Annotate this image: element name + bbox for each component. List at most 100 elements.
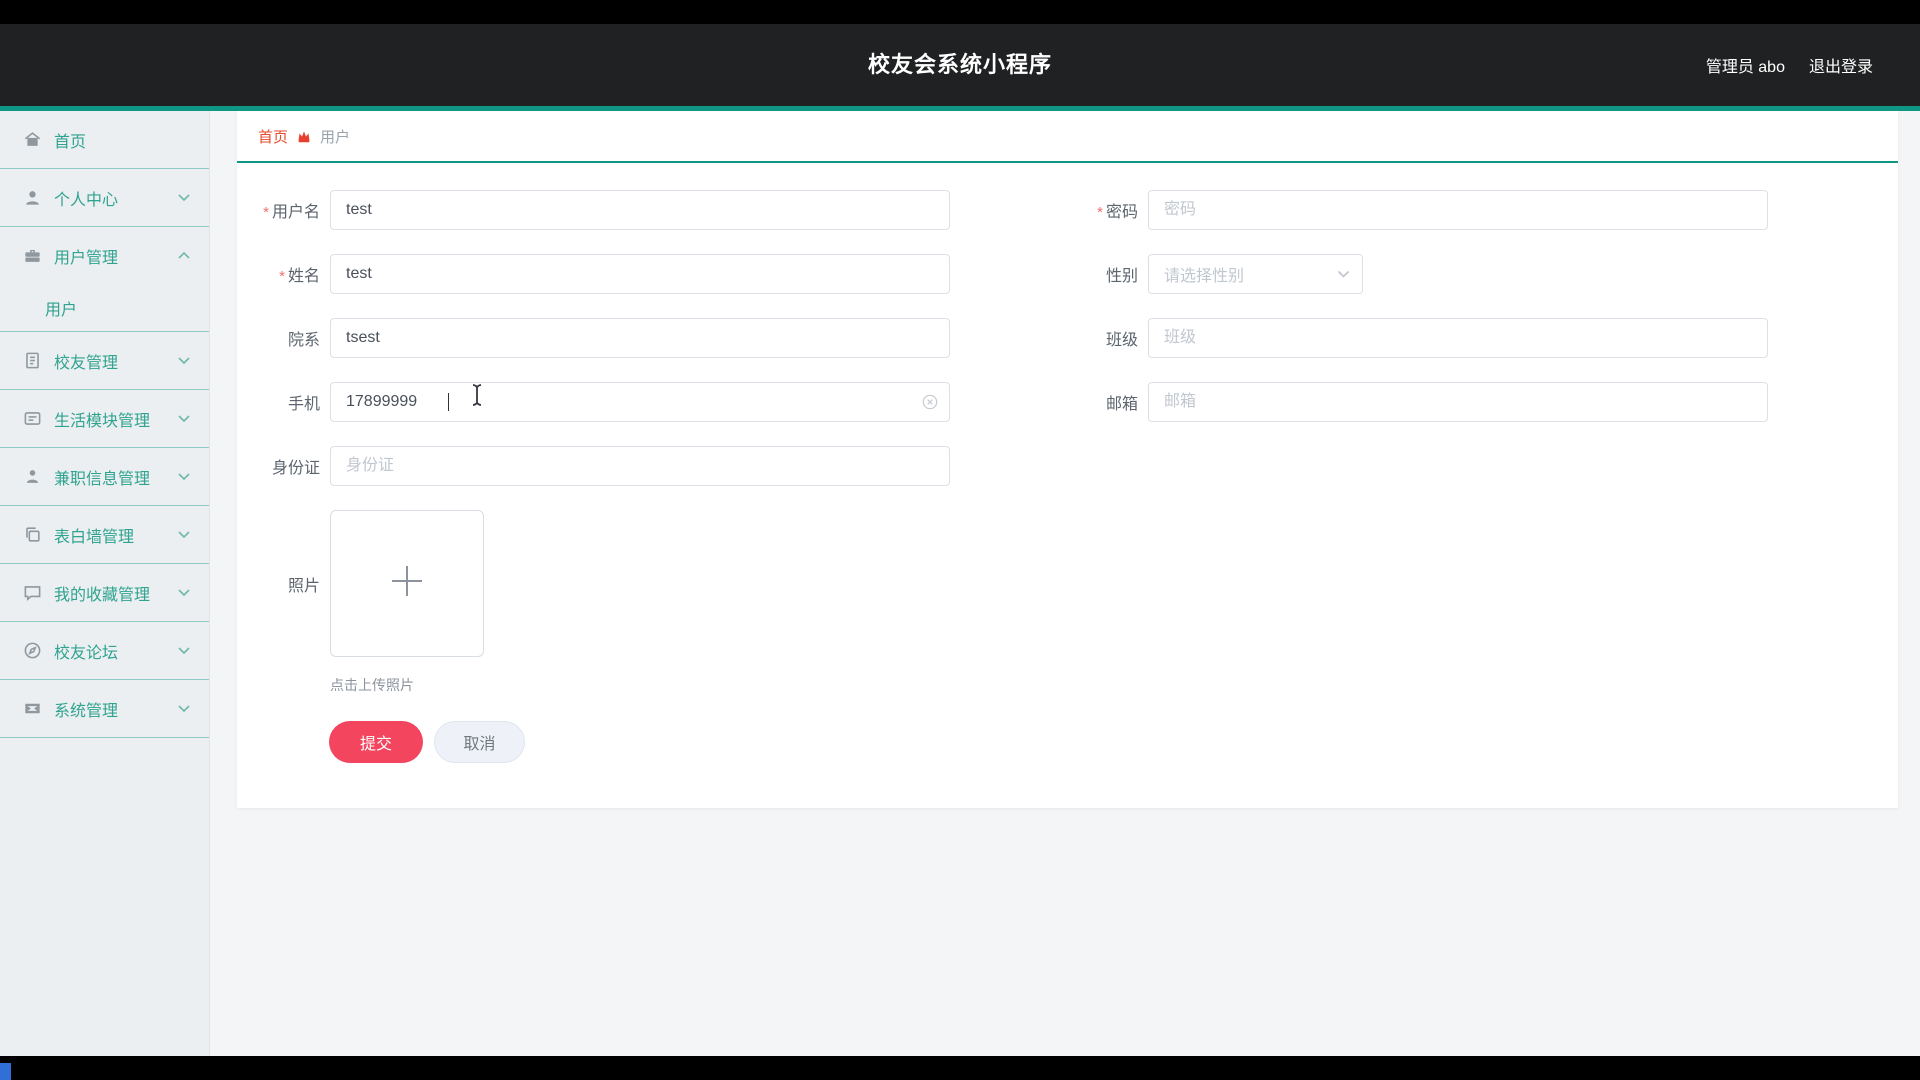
sidebar-item-label: 系统管理 [54,697,177,721]
header-right: 管理员 abo 退出登录 [1706,24,1873,106]
logout-button[interactable]: 退出登录 [1809,53,1873,77]
department-input[interactable] [330,318,950,358]
field-photo: 照片 [237,510,484,657]
chat-icon [22,583,42,603]
plus-icon [386,560,428,607]
sidebar-item-personal-center[interactable]: 个人中心 [0,169,209,226]
sidebar-item-label: 兼职信息管理 [54,465,177,489]
field-username: *用户名 [237,190,950,230]
text-caret [448,393,449,411]
form-row-photo: 照片 [237,510,1898,657]
upload-hint-text: 点击上传照片 [330,675,1898,695]
password-input[interactable] [1148,190,1768,230]
chevron-down-icon [177,472,191,481]
sidebar-item-confession-wall-management[interactable]: 表白墙管理 [0,506,209,563]
sidebar-item-home[interactable]: 首页 [0,111,209,168]
phone-input[interactable] [330,382,950,422]
content-area: 首页 用户 *用户名 *密码 [210,111,1920,1056]
field-name: *姓名 [237,254,950,294]
password-label: *密码 [1055,198,1148,222]
name-label: *姓名 [237,262,330,286]
submit-button[interactable]: 提交 [329,721,423,763]
field-department: 院系 [237,318,950,358]
sidebar-item-parttime-info-management[interactable]: 兼职信息管理 [0,448,209,505]
sidebar-item-alumni-management[interactable]: 校友管理 [0,332,209,389]
email-input[interactable] [1148,382,1768,422]
sidebar-item-user-management[interactable]: 用户管理 [0,227,209,284]
sidebar: 首页 个人中心 用户管理 用户 [0,111,210,1056]
field-gender: 性别 请选择性别 [1055,254,1363,294]
username-label: *用户名 [237,198,330,222]
sidebar-item-label: 表白墙管理 [54,523,177,547]
required-mark: * [263,204,269,221]
class-input[interactable] [1148,318,1768,358]
breadcrumb-home-link[interactable]: 首页 [258,126,288,147]
cancel-button[interactable]: 取消 [434,721,525,763]
copy-icon [22,525,42,545]
department-label: 院系 [237,326,330,350]
sidebar-item-life-module-management[interactable]: 生活模块管理 [0,390,209,447]
field-phone: 手机 [237,382,950,422]
chevron-down-icon [177,356,191,365]
form-row: 院系 班级 [237,318,1898,358]
chevron-down-icon [177,530,191,539]
form-row: 手机 邮箱 [237,382,1898,422]
breadcrumb: 首页 用户 [237,111,1898,163]
sidebar-item-label: 校友管理 [54,349,177,373]
bottom-black-bar [0,1056,1920,1080]
form-row: *用户名 *密码 [237,190,1898,230]
sidebar-item-label: 个人中心 [54,186,177,210]
breadcrumb-current: 用户 [320,126,350,147]
chevron-down-icon [177,646,191,655]
home-icon [22,130,42,150]
id-card-label: 身份证 [237,454,330,478]
compass-icon [22,641,42,661]
username-input[interactable] [330,190,950,230]
corner-blue-artifact [0,1063,11,1080]
sidebar-subitem-user[interactable]: 用户 [0,284,209,331]
app-header: 校友会系统小程序 管理员 abo 退出登录 [0,24,1920,106]
form-row: *姓名 性别 请选择性别 [237,254,1898,294]
chevron-down-icon [177,704,191,713]
required-mark: * [279,268,285,285]
main-layout: 首页 个人中心 用户管理 用户 [0,111,1920,1056]
sidebar-item-label: 首页 [54,128,191,152]
document-icon [22,351,42,371]
top-black-strip [0,0,1920,24]
sidebar-item-label: 用户管理 [54,244,177,268]
sidebar-divider [0,737,209,738]
form-row: 身份证 [237,446,1898,486]
phone-label: 手机 [237,390,330,414]
page-title: 校友会系统小程序 [0,24,1920,106]
sidebar-item-label: 生活模块管理 [54,407,177,431]
sidebar-item-system-management[interactable]: 系统管理 [0,680,209,737]
gender-label: 性别 [1055,262,1148,286]
crown-icon [297,130,311,143]
gender-select[interactable]: 请选择性别 [1148,254,1363,294]
email-label: 邮箱 [1055,390,1148,414]
field-email: 邮箱 [1055,382,1768,422]
card-icon [22,409,42,429]
photo-label: 照片 [237,572,330,596]
chevron-down-icon [1337,265,1350,283]
name-input[interactable] [330,254,950,294]
sidebar-item-label: 校友论坛 [54,639,177,663]
user-form: *用户名 *密码 *姓名 性别 [237,163,1898,763]
sidebar-item-favorites-management[interactable]: 我的收藏管理 [0,564,209,621]
chevron-up-icon [177,251,191,260]
user-icon [22,188,42,208]
person-icon [22,467,42,487]
photo-upload-box[interactable] [330,510,484,657]
id-card-input[interactable] [330,446,950,486]
chevron-down-icon [177,414,191,423]
circle-close-icon[interactable] [922,394,938,410]
sidebar-subitem-label: 用户 [45,296,77,320]
chevron-down-icon [177,588,191,597]
chevron-down-icon [177,193,191,202]
form-actions: 提交 取消 [329,721,1898,763]
field-class: 班级 [1055,318,1768,358]
sidebar-item-alumni-forum[interactable]: 校友论坛 [0,622,209,679]
briefcase-icon [22,246,42,266]
admin-user-label: 管理员 abo [1706,53,1785,77]
gender-placeholder: 请选择性别 [1164,262,1244,286]
